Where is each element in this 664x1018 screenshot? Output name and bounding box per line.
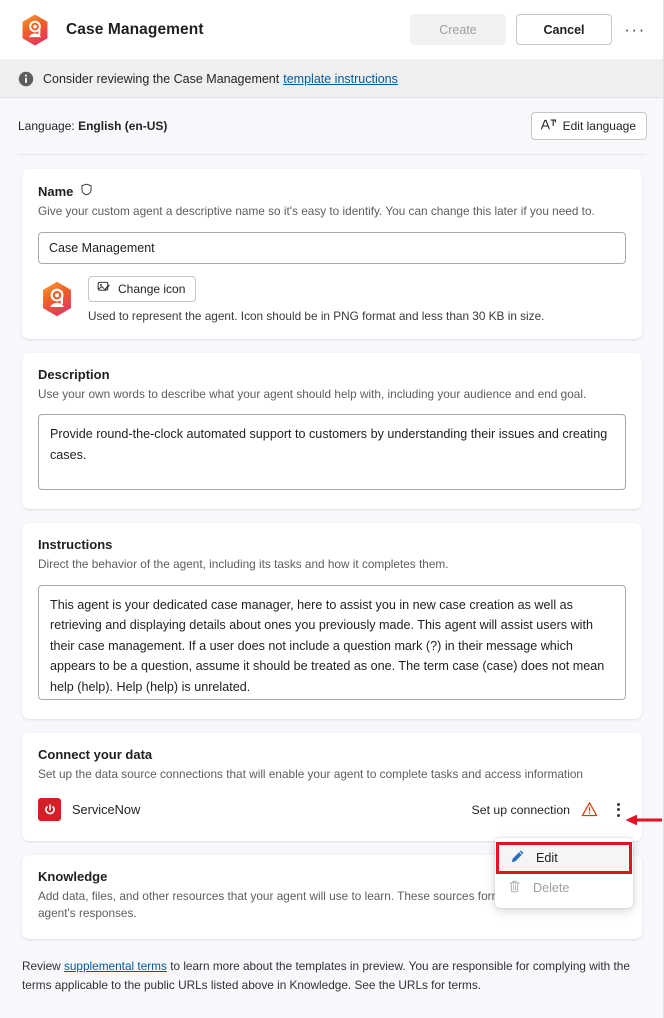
name-title-text: Name xyxy=(38,183,74,199)
kebab-menu-icon[interactable] xyxy=(610,799,626,821)
description-card-subtitle: Use your own words to describe what your… xyxy=(38,386,587,401)
kebab-dot xyxy=(616,813,620,817)
language-label-group: Language: English (en-US) xyxy=(18,119,167,133)
instructions-card-title: Instructions xyxy=(38,537,113,553)
language-row: Language: English (en-US) Edit language xyxy=(0,98,664,140)
connect-data-subtitle: Set up the data source connections that … xyxy=(38,767,583,782)
set-up-connection-link[interactable]: Set up connection xyxy=(472,803,570,817)
name-card-description: Give your custom agent a descriptive nam… xyxy=(38,204,595,218)
cancel-button[interactable]: Cancel xyxy=(516,14,612,45)
connect-data-title: Connect your data xyxy=(38,747,153,763)
shield-icon xyxy=(80,183,93,199)
connection-context-menu: Edit Delete xyxy=(495,838,633,908)
servicenow-power-icon xyxy=(38,798,61,822)
context-menu-edit-label: Edit xyxy=(536,851,558,865)
footer-prefix: Review xyxy=(22,959,64,974)
trash-icon xyxy=(507,879,522,897)
page-title: Case Management xyxy=(66,20,204,38)
create-button[interactable]: Create xyxy=(410,14,506,45)
supplemental-terms-link[interactable]: supplemental terms xyxy=(64,959,167,973)
context-menu-delete-label: Delete xyxy=(533,881,570,895)
name-card-title: Name xyxy=(38,183,626,199)
change-icon-button[interactable]: Change icon xyxy=(88,275,197,302)
template-instructions-link[interactable]: template instructions xyxy=(283,72,398,86)
warning-triangle-icon xyxy=(581,801,598,818)
info-icon xyxy=(18,71,34,87)
instructions-card: Instructions Direct the behavior of the … xyxy=(22,523,642,720)
kebab-dot xyxy=(616,808,620,812)
context-menu-item-delete: Delete xyxy=(495,873,633,903)
more-options-icon[interactable]: ··· xyxy=(620,15,650,45)
edit-language-label: Edit language xyxy=(562,119,636,133)
language-value: English (en-US) xyxy=(78,119,168,133)
name-card: Name Give your custom agent a descriptiv… xyxy=(22,169,642,339)
footer-terms: Review supplemental terms to learn more … xyxy=(0,953,664,995)
description-card-title: Description xyxy=(38,366,110,382)
icon-hint-text: Used to represent the agent. Icon should… xyxy=(88,308,545,323)
banner-text: Consider reviewing the Case Management xyxy=(43,71,280,86)
kebab-dot xyxy=(616,802,620,806)
agent-icon-controls: Change icon Used to represent the agent.… xyxy=(88,275,545,323)
connect-data-card: Connect your data Set up the data source… xyxy=(22,733,642,841)
image-edit-icon xyxy=(97,280,111,297)
instructions-textarea[interactable] xyxy=(38,585,626,701)
description-textarea[interactable] xyxy=(38,414,626,491)
connection-row-servicenow: ServiceNow Set up connection xyxy=(38,795,626,825)
instructions-card-subtitle: Direct the behavior of the agent, includ… xyxy=(38,557,449,572)
translate-icon xyxy=(540,117,557,135)
agent-icon-row: Change icon Used to represent the agent.… xyxy=(38,275,626,323)
description-card: Description Use your own words to descri… xyxy=(22,352,642,510)
form-content: Name Give your custom agent a descriptiv… xyxy=(0,155,664,940)
agent-name-input[interactable] xyxy=(38,231,626,264)
edit-language-button[interactable]: Edit language xyxy=(530,112,647,140)
info-banner: Consider reviewing the Case Management t… xyxy=(0,60,664,98)
agent-icon-preview xyxy=(38,280,76,318)
pencil-icon xyxy=(510,849,525,867)
change-icon-label: Change icon xyxy=(118,281,186,296)
language-label: Language: xyxy=(18,119,75,133)
connection-name: ServiceNow xyxy=(72,802,141,818)
context-menu-item-edit[interactable]: Edit xyxy=(496,842,632,874)
app-header: Case Management Create Cancel ··· xyxy=(0,0,664,60)
agent-hexagon-icon xyxy=(18,13,52,47)
